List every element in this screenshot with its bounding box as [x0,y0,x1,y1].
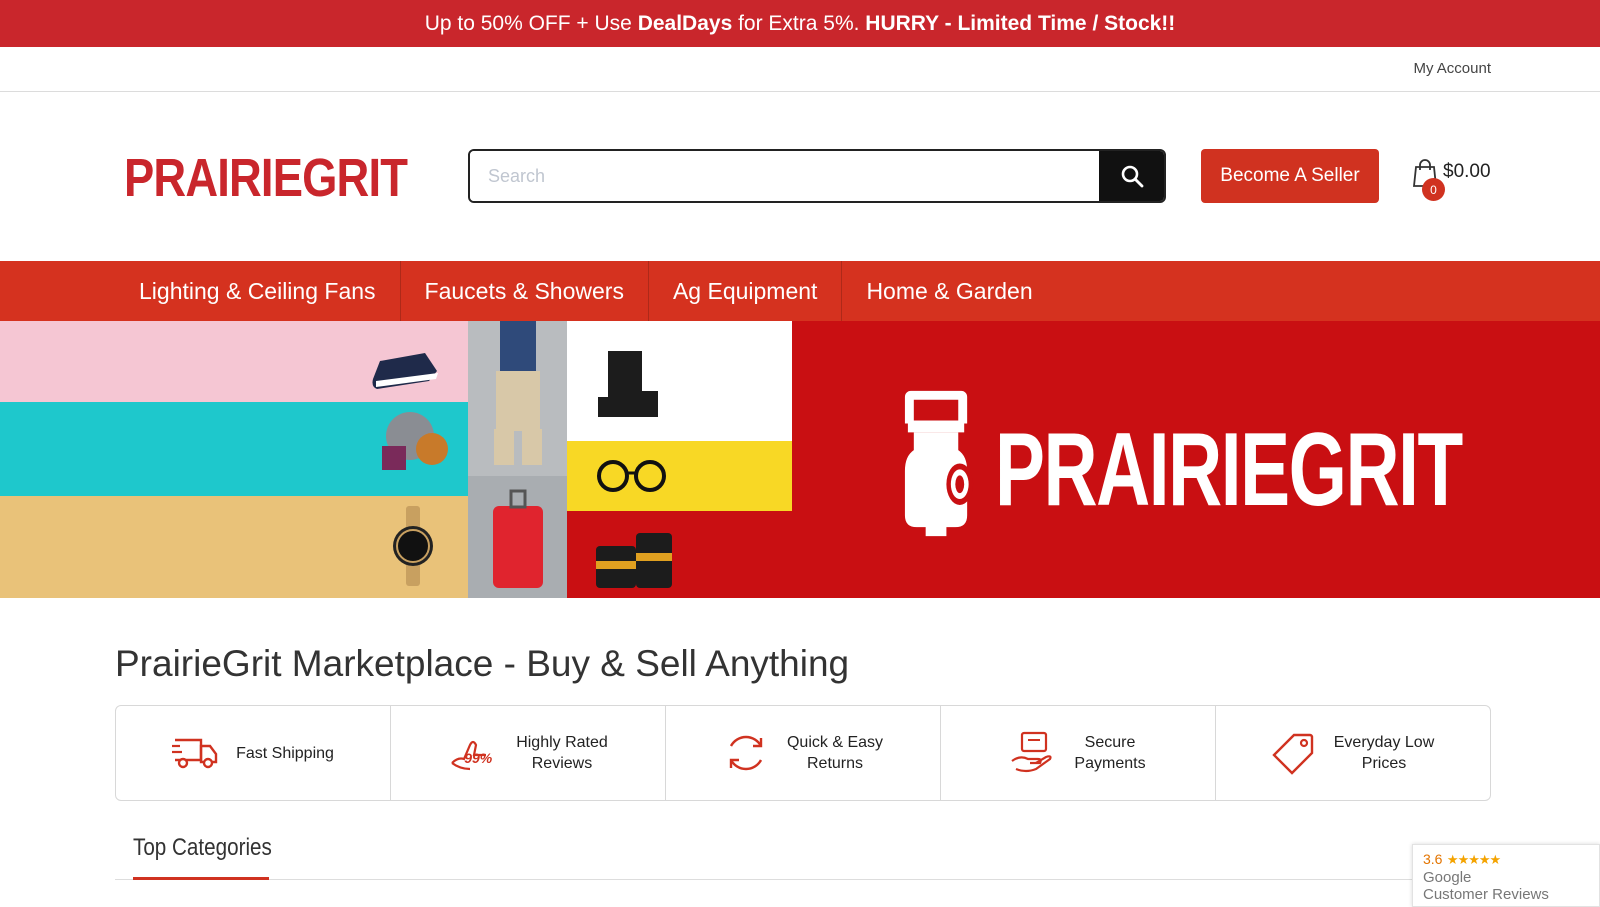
search-button[interactable] [1099,151,1164,201]
google-reviews-badge[interactable]: 3.6 ★★★★★ Google Customer Reviews [1412,844,1600,907]
feature-label: Highly Rated Reviews [516,734,608,772]
nav-item-home-garden[interactable]: Home & Garden [842,261,1056,321]
top-categories-heading: Top Categories [133,834,272,861]
become-seller-button[interactable]: Become A Seller [1201,149,1379,203]
promo-text-1: Up to 50% OFF + Use [424,11,638,35]
feature-payments: Secure Payments [941,706,1216,800]
top-bar: My Account [0,47,1600,92]
logo-text: PRAIRIEGRIT [124,148,408,208]
category-nav: Lighting & Ceiling Fans Faucets & Shower… [0,261,1600,321]
hand-payment-icon [1011,731,1053,773]
nav-item-lighting[interactable]: Lighting & Ceiling Fans [115,261,401,321]
glasses-icon [597,460,629,492]
my-account-link[interactable]: My Account [1413,60,1491,77]
cart-total: $0.00 [1443,161,1491,182]
heading-underline [133,877,269,880]
feature-label: Quick & Easy Returns [786,734,884,772]
search-bar [468,149,1166,203]
thumbs-badge: 99% [464,750,493,766]
feature-low-prices: Everyday Low Prices [1216,706,1490,800]
google-label: Google [1423,869,1472,886]
hero-banner[interactable]: PRAIRIEGRIT [0,321,1600,598]
star-rating-icon: ★★★★★ [1446,852,1501,867]
promo-banner: Up to 50% OFF + Use DealDays for Extra 5… [0,0,1600,47]
thumbs-up-icon: 99% [448,733,498,773]
promo-text-2: for Extra 5%. [732,11,866,35]
truck-icon [172,738,218,769]
feature-returns: Quick & Easy Returns [666,706,941,800]
promo-code: DealDays [637,11,733,35]
car-seat-icon [598,351,658,417]
feature-label: Fast Shipping [236,744,334,762]
hero-lantern-icon [904,390,974,537]
customer-reviews-label: Customer Reviews [1423,886,1549,903]
feature-reviews: 99% Highly Rated Reviews [391,706,666,800]
cart-count-badge: 0 [1422,178,1445,201]
promo-hurry: HURRY - Limited Time / Stock!! [865,11,1176,35]
section-divider [115,879,1491,880]
refresh-icon [729,735,763,771]
site-header: PRAIRIEGRIT Become A Seller 0 $0.00 [0,92,1600,261]
site-logo[interactable]: PRAIRIEGRIT [116,128,432,228]
model-icon [500,321,536,371]
nav-item-ag-equipment[interactable]: Ag Equipment [649,261,843,321]
price-tag-icon [1272,733,1313,775]
luggage-icon [493,506,543,588]
search-input[interactable] [470,151,1099,201]
hero-brand-text: PRAIRIEGRIT [995,412,1463,528]
feature-label: Secure Payments [1074,734,1146,772]
feature-bar: Fast Shipping 99% Highly Rated Reviews Q… [115,705,1491,801]
feature-label: Everyday Low Prices [1333,734,1435,772]
feature-fast-shipping: Fast Shipping [116,706,391,800]
nav-item-faucets[interactable]: Faucets & Showers [401,261,649,321]
page-title: PrairieGrit Marketplace - Buy & Sell Any… [115,643,850,684]
search-icon [1121,165,1143,188]
product-collage [372,321,672,588]
cart[interactable]: 0 $0.00 [1412,158,1492,201]
review-score: 3.6 [1423,851,1443,867]
